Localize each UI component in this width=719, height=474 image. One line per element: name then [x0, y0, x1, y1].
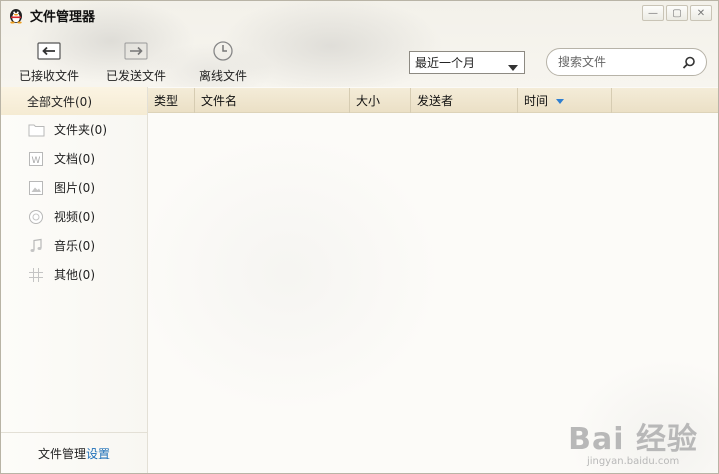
- sidebar-item-all-files[interactable]: 全部文件(0): [1, 87, 147, 115]
- close-icon: ✕: [696, 7, 706, 19]
- sidebar-item-folders[interactable]: 文件夹(0): [1, 115, 147, 144]
- search-box: [546, 48, 707, 76]
- qq-penguin-icon: [7, 6, 25, 24]
- minimize-button[interactable]: —: [642, 5, 664, 21]
- close-button[interactable]: ✕: [690, 5, 712, 21]
- column-type-label: 类型: [154, 93, 179, 108]
- music-icon: [27, 238, 45, 254]
- column-sender[interactable]: 发送者: [411, 87, 518, 113]
- column-time[interactable]: 时间: [518, 87, 612, 113]
- arrow-right-box-icon: [122, 39, 150, 63]
- folder-icon: [27, 122, 45, 138]
- sidebar-item-label: 视频(0): [54, 210, 95, 224]
- column-type[interactable]: 类型: [148, 87, 195, 113]
- video-icon: [27, 209, 45, 225]
- sent-files-button[interactable]: 已发送文件: [106, 39, 166, 84]
- sidebar-item-label: 图片(0): [54, 181, 95, 195]
- file-manager-window: 文件管理器 — ▢ ✕ 已接收文件 已发送文件 离线文件 最近一个月 搜索文件 …: [0, 0, 719, 474]
- window-title: 文件管理器: [30, 9, 96, 25]
- offline-files-label: 离线文件: [199, 69, 248, 83]
- clock-icon: [209, 39, 237, 63]
- sidebar-item-documents[interactable]: W 文档(0): [1, 144, 147, 173]
- file-management-text: 文件管理: [37, 447, 86, 461]
- search-icon[interactable]: [682, 56, 696, 73]
- baidu-jingyan-watermark: Bai 经验 jingyan.baidu.com: [568, 414, 698, 467]
- sidebar-item-label: 全部文件(0): [27, 94, 92, 109]
- settings-link[interactable]: 设置: [86, 445, 110, 462]
- column-size[interactable]: 大小: [350, 87, 411, 113]
- received-files-label: 已接收文件: [19, 69, 80, 83]
- sent-files-label: 已发送文件: [106, 69, 167, 83]
- grid-icon: [27, 267, 45, 283]
- dropdown-arrow-icon: [508, 60, 518, 74]
- search-input[interactable]: [558, 55, 676, 69]
- minimize-icon: —: [648, 7, 658, 19]
- sidebar-item-label: 音乐(0): [54, 239, 95, 253]
- column-sender-label: 发送者: [417, 93, 454, 108]
- sidebar-item-music[interactable]: 音乐(0): [1, 231, 147, 260]
- svg-text:W: W: [32, 156, 41, 166]
- sidebar-footer: 文件管理 设置: [1, 432, 147, 473]
- window-controls: — ▢ ✕: [642, 5, 712, 21]
- sidebar-item-label: 其他(0): [54, 268, 95, 282]
- time-range-value: 最近一个月: [415, 56, 476, 70]
- sidebar-item-images[interactable]: 图片(0): [1, 173, 147, 202]
- sidebar-item-videos[interactable]: 视频(0): [1, 202, 147, 231]
- offline-files-button[interactable]: 离线文件: [199, 39, 247, 84]
- title-bar: 文件管理器: [7, 5, 95, 25]
- received-files-button[interactable]: 已接收文件: [19, 39, 79, 84]
- file-table-header: 类型 文件名 大小 发送者 时间: [148, 87, 718, 113]
- column-time-label: 时间: [524, 93, 549, 108]
- watermark-logo-text: Bai 经验: [568, 422, 698, 457]
- column-filename-label: 文件名: [201, 93, 238, 108]
- column-filename[interactable]: 文件名: [195, 87, 350, 113]
- image-icon: [27, 180, 45, 196]
- watermark-url: jingyan.baidu.com: [586, 456, 680, 467]
- column-size-label: 大小: [356, 93, 381, 108]
- sidebar-item-label: 文档(0): [54, 152, 95, 166]
- maximize-button[interactable]: ▢: [666, 5, 688, 21]
- sort-descending-icon: [556, 93, 565, 107]
- arrow-left-box-icon: [35, 39, 63, 63]
- sidebar: 全部文件(0) 文件夹(0) W 文档(0) 图片(0) 视频(0) 音乐(0)…: [1, 87, 148, 473]
- sidebar-item-other[interactable]: 其他(0): [1, 260, 147, 289]
- time-range-dropdown[interactable]: 最近一个月: [409, 51, 525, 74]
- sidebar-item-label: 文件夹(0): [54, 123, 107, 137]
- document-icon: W: [27, 151, 45, 167]
- maximize-icon: ▢: [672, 7, 682, 19]
